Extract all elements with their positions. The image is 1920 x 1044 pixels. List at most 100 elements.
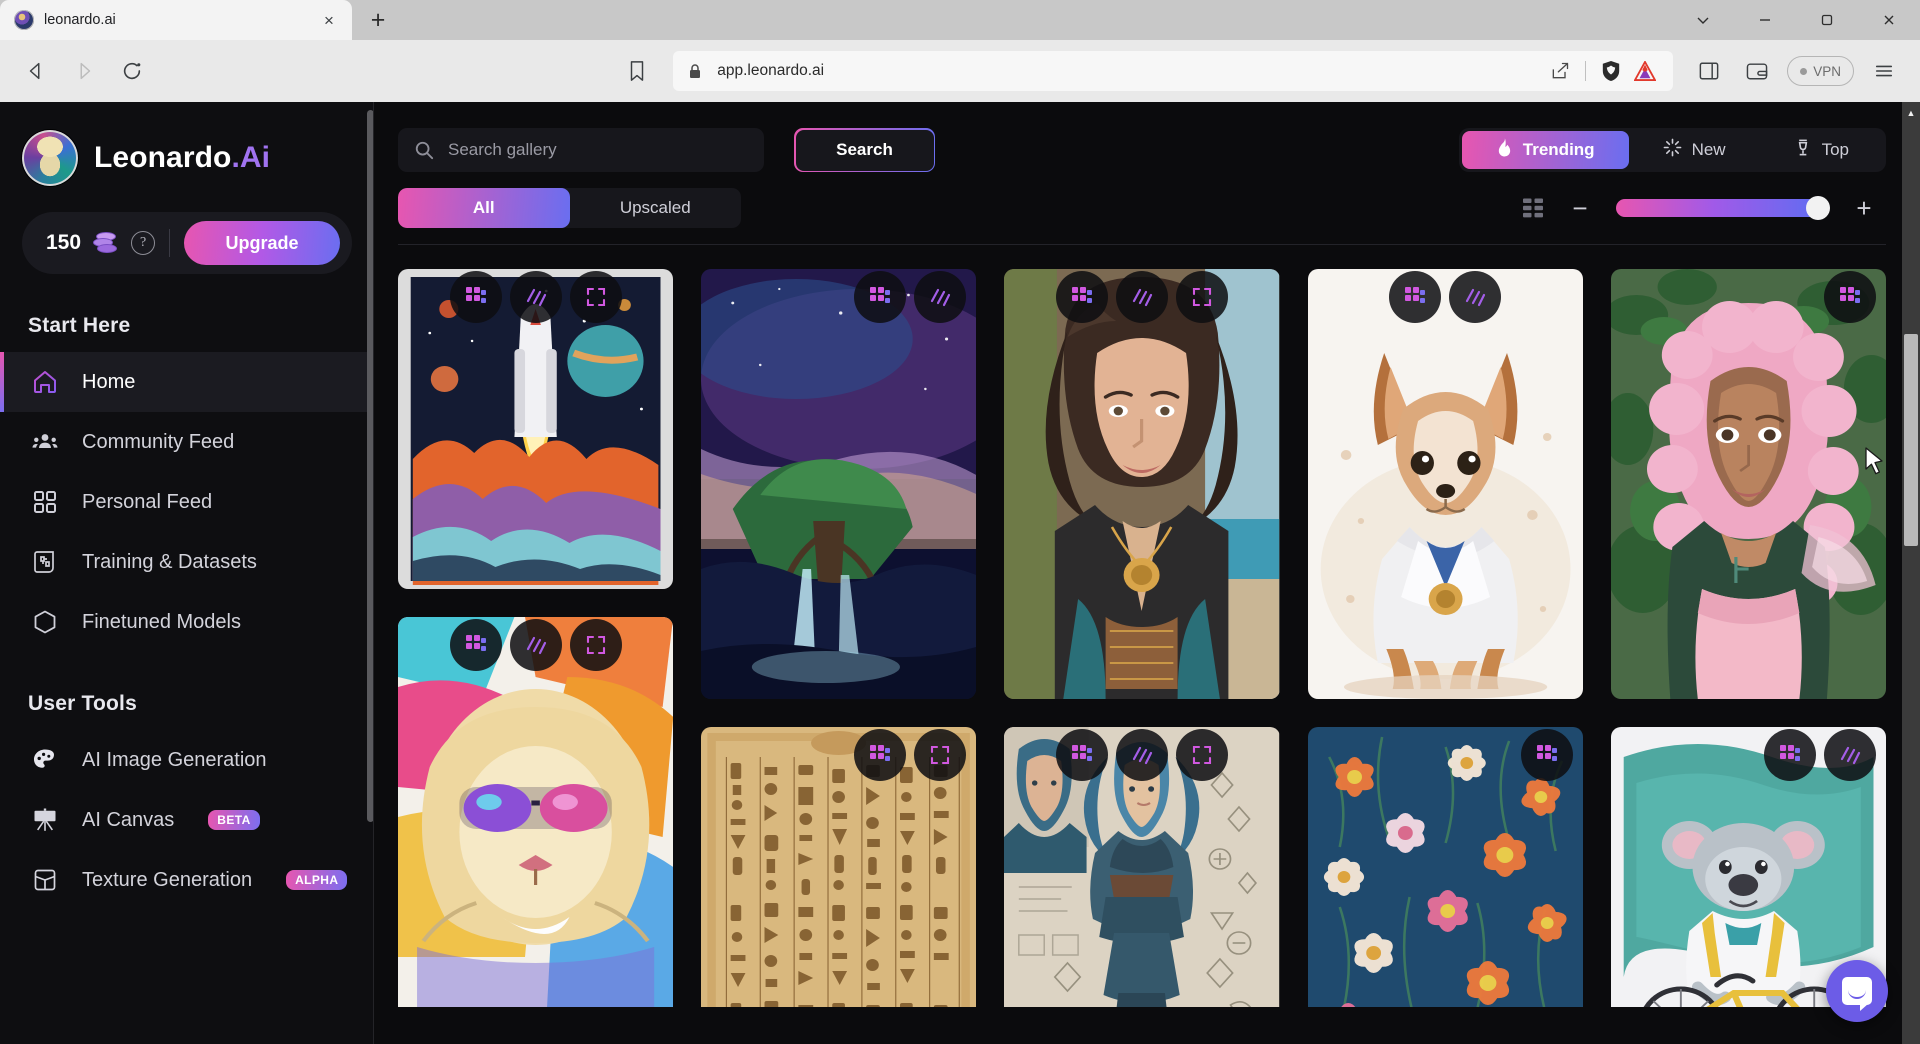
diagonal-lines-icon[interactable] (1449, 271, 1502, 323)
gallery-card-blue-haired-fantasy-warrior-sheet[interactable] (1004, 727, 1280, 1007)
sort-tab-top[interactable]: Top (1760, 131, 1883, 169)
sort-tab-label: Top (1821, 140, 1849, 159)
expand-arrows-icon[interactable] (569, 271, 622, 323)
scroll-up-arrow-icon[interactable]: ▲ (1902, 102, 1920, 124)
diagonal-lines-icon[interactable] (1116, 729, 1168, 781)
new-tab-button[interactable]: + (358, 2, 398, 38)
share-icon[interactable] (1544, 55, 1576, 87)
brave-rewards-icon[interactable] (1629, 55, 1661, 87)
upgrade-button[interactable]: Upgrade (184, 221, 340, 265)
gallery-card-egyptian-hieroglyphics-papyrus[interactable] (701, 727, 977, 1007)
brave-shield-icon[interactable] (1595, 55, 1627, 87)
browser-tab[interactable]: leonardo.ai × (0, 0, 352, 40)
expand-arrows-icon[interactable] (569, 619, 622, 671)
search-field-wrapper[interactable] (398, 128, 764, 172)
zoom-slider[interactable] (1616, 196, 1830, 220)
gallery-card-portrait-woman-gold-necklace[interactable] (1004, 269, 1280, 699)
vpn-toggle[interactable]: VPN (1787, 56, 1854, 86)
gallery-card-floral-pattern-orange-flowers[interactable] (1307, 727, 1583, 1007)
page-scrollbar[interactable]: ▲ (1902, 102, 1920, 1044)
sidebar-item-personal-feed[interactable]: Personal Feed (0, 472, 374, 532)
sidebar-item-finetuned-models[interactable]: Finetuned Models (0, 592, 374, 652)
sidebar-section-start-here: Start Here (28, 314, 131, 337)
search-input[interactable] (448, 140, 748, 160)
credits-bar: 150 ? Upgrade (22, 212, 352, 274)
search-button[interactable]: Search (794, 128, 935, 172)
zoom-in-button[interactable]: + (1852, 195, 1876, 221)
brand-header[interactable]: Leonardo.Ai (0, 120, 374, 186)
diagonal-lines-icon[interactable] (509, 271, 562, 323)
gallery-card-colorful-lion-sunglasses-illustration[interactable] (398, 617, 674, 1007)
help-circle-icon[interactable]: ? (131, 231, 156, 255)
sidebar-item-ai-canvas[interactable]: AI Canvas BETA (0, 790, 374, 850)
sidebar-item-label: Finetuned Models (82, 610, 241, 633)
url-text: app.leonardo.ai (717, 62, 825, 79)
maximize-icon[interactable] (1796, 0, 1858, 40)
remix-grid-icon[interactable] (1056, 271, 1108, 323)
toolbar-row-filters: All Upscaled − + (398, 188, 1886, 228)
search-icon (414, 140, 434, 160)
back-icon[interactable] (14, 49, 58, 93)
address-bar[interactable]: app.leonardo.ai (673, 51, 1674, 91)
card-action-group (854, 269, 967, 323)
sort-tab-label: Trending (1522, 140, 1595, 159)
wallet-icon[interactable] (1735, 49, 1779, 93)
remix-grid-icon[interactable] (1764, 729, 1817, 781)
remix-grid-icon[interactable] (854, 271, 907, 323)
sidebar-item-community-feed[interactable]: Community Feed (0, 412, 374, 472)
sidebar-item-training-datasets[interactable]: Training & Datasets (0, 532, 374, 592)
badge-beta: BETA (208, 810, 260, 830)
remix-grid-icon[interactable] (449, 619, 502, 671)
gallery-card-cosmic-tree-waterfall-landscape[interactable] (701, 269, 977, 699)
reload-icon[interactable] (110, 49, 154, 93)
intercom-chat-launcher[interactable] (1826, 960, 1888, 1022)
close-window-icon[interactable] (1858, 0, 1920, 40)
zoom-out-button[interactable]: − (1568, 195, 1592, 221)
diagonal-lines-icon[interactable] (1824, 729, 1877, 781)
diagonal-lines-icon[interactable] (509, 619, 562, 671)
sidebar-panel-icon[interactable] (1687, 49, 1731, 93)
tab-title: leonardo.ai (44, 12, 116, 28)
sort-tab-trending[interactable]: Trending (1461, 131, 1629, 169)
expand-arrows-icon[interactable] (1176, 271, 1228, 323)
expand-arrows-icon[interactable] (914, 729, 967, 781)
grid-squares-icon (30, 487, 60, 517)
minimize-icon[interactable] (1734, 0, 1796, 40)
gallery-card-space-shuttle-launch-illustration[interactable] (398, 269, 674, 589)
coin-stack-icon (93, 232, 119, 254)
diagonal-lines-icon[interactable] (914, 271, 967, 323)
gallery-card-pink-haired-fairy-portrait[interactable] (1610, 269, 1887, 699)
expand-arrows-icon[interactable] (1176, 729, 1228, 781)
filter-tab-all[interactable]: All (398, 188, 570, 228)
diagonal-lines-icon[interactable] (1116, 271, 1168, 323)
sort-tab-new[interactable]: New (1629, 131, 1760, 169)
bookmark-icon[interactable] (615, 49, 659, 93)
cube-icon (30, 607, 60, 637)
badge-alpha: ALPHA (286, 870, 348, 890)
omnibox-actions (1544, 55, 1661, 87)
remix-grid-icon[interactable] (854, 729, 907, 781)
lock-icon (685, 63, 705, 79)
smile-icon (1848, 990, 1866, 999)
window-controls (1672, 0, 1920, 40)
grid-layout-icon[interactable] (1522, 197, 1544, 219)
zoom-slider-knob[interactable] (1806, 196, 1830, 220)
colorful-lion-sunglasses-illustration (398, 617, 674, 1007)
texture-cube-icon (30, 865, 60, 895)
remix-grid-icon[interactable] (449, 271, 502, 323)
scrollbar-thumb[interactable] (1904, 334, 1918, 546)
close-icon[interactable]: × (316, 7, 342, 33)
sidebar-nav-user-tools: AI Image Generation AI Canvas BETA Textu… (0, 730, 374, 910)
hamburger-menu-icon[interactable] (1862, 49, 1906, 93)
sidebar-item-home[interactable]: Home (0, 352, 374, 412)
remix-grid-icon[interactable] (1824, 271, 1877, 323)
sidebar-item-texture-generation[interactable]: Texture Generation ALPHA (0, 850, 374, 910)
sidebar-item-ai-image-generation[interactable]: AI Image Generation (0, 730, 374, 790)
filter-tab-upscaled[interactable]: Upscaled (570, 188, 742, 228)
chevron-down-icon[interactable] (1672, 0, 1734, 40)
card-action-group (449, 269, 622, 323)
remix-grid-icon[interactable] (1389, 271, 1442, 323)
gallery-card-chihuahua-watercolor-illustration[interactable] (1307, 269, 1583, 699)
remix-grid-icon[interactable] (1520, 729, 1573, 781)
remix-grid-icon[interactable] (1056, 729, 1108, 781)
